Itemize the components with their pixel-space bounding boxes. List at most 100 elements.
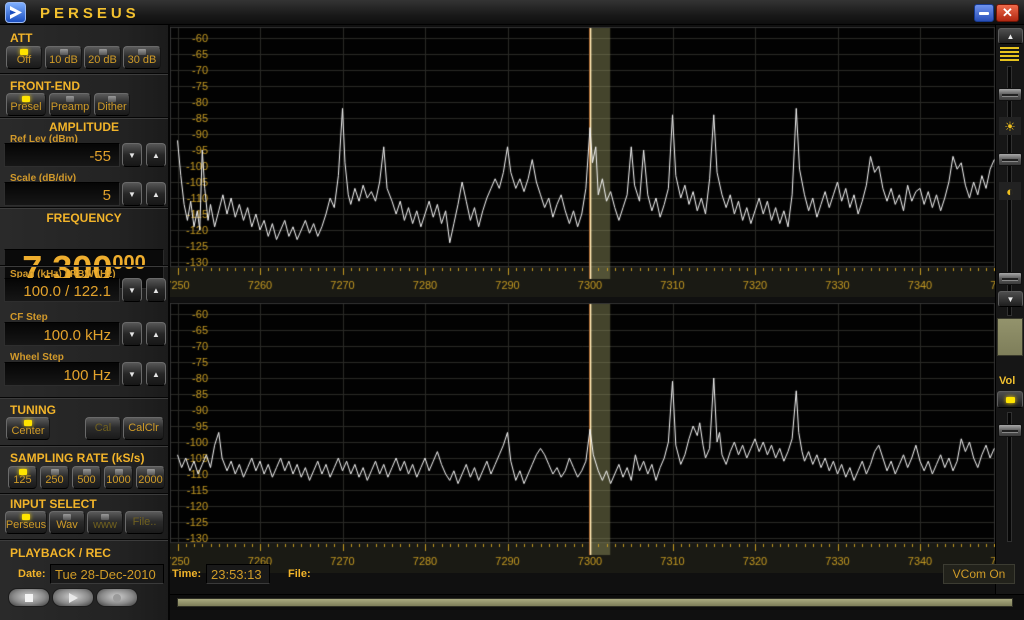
att-off-button[interactable]: Off [6,46,42,69]
button-label: 20 dB [88,55,117,66]
waterfall-palette-icon[interactable] [1000,47,1019,63]
arrow-up-icon: ▲ [1007,32,1015,41]
perseus-window: PERSEUS ✕ ATT Off 10 dB 20 dB 30 dB FRON… [0,0,1024,620]
app-icon[interactable] [5,2,26,23]
close-button[interactable]: ✕ [996,4,1019,22]
file-label: File: [288,568,311,580]
scale-up-button[interactable]: ▲ [146,182,166,206]
arrow-down-icon: ▼ [128,370,136,379]
button-label: Presel [10,102,41,113]
scale-down-button[interactable]: ▼ [122,182,142,206]
contrast-icon[interactable]: ◐ [999,182,1021,200]
separator [0,397,168,399]
button-label: 2000 [138,475,162,486]
button-label: Off [17,55,31,66]
waterfall-preview-swatch [997,318,1023,356]
span-down-button[interactable]: ▼ [122,278,142,302]
stop-icon [25,594,33,602]
rate-1000-button[interactable]: 1000 [104,466,133,489]
dither-button[interactable]: Dither [94,93,130,116]
arrow-down-icon: ▼ [128,330,136,339]
slider-thumb[interactable] [998,88,1022,101]
record-icon [113,594,121,602]
arrow-up-icon: ▲ [152,330,160,339]
presel-button[interactable]: Presel [6,93,46,116]
separator [0,493,168,495]
date-value: Tue 28-Dec-2010 [50,564,164,584]
button-label: 10 dB [49,55,78,66]
preamp-button[interactable]: Preamp [49,93,91,116]
separator [0,265,168,267]
cf-step-down-button[interactable]: ▼ [122,322,142,346]
lower-spectrum-display[interactable] [170,303,995,573]
arrow-up-icon: ▲ [152,286,160,295]
input-perseus-button[interactable]: Perseus [5,511,47,534]
perseus-logo-icon [6,3,25,22]
cal-button[interactable]: Cal [85,417,121,440]
spectrum-down-button[interactable]: ▼ [998,291,1023,307]
arrow-up-icon: ▲ [152,151,160,160]
arrow-down-icon: ▼ [128,286,136,295]
ref-lev-up-button[interactable]: ▲ [146,143,166,167]
att-30db-button[interactable]: 30 dB [123,46,161,69]
button-label: Perseus [6,520,46,531]
right-control-strip: ▲ ☀ ◐ ▼ Vol [995,25,1024,594]
slider-thumb[interactable] [998,272,1022,285]
calclr-button[interactable]: CalClr [123,417,164,440]
scrollbar-thumb[interactable] [177,598,1013,607]
input-file-button[interactable]: File.. [125,511,164,534]
button-label: 125 [13,475,31,486]
frequency-header: FREQUENCY [0,211,168,225]
playback-rec-header: PLAYBACK / REC [10,546,111,560]
att-10db-button[interactable]: 10 dB [45,46,82,69]
ref-lev-field[interactable]: -55 [4,143,120,167]
rate-250-button[interactable]: 250 [40,466,69,489]
wheel-step-down-button[interactable]: ▼ [122,362,142,386]
stop-button[interactable] [8,588,50,607]
record-button[interactable] [96,588,138,607]
tuning-center-button[interactable]: Center [6,417,50,440]
scale-field[interactable]: 5 [4,182,120,206]
arrow-down-icon: ▼ [128,190,136,199]
volume-slider-thumb[interactable] [998,424,1022,437]
wheel-step-field[interactable]: 100 Hz [4,362,120,386]
play-icon [69,593,78,603]
spectrum-up-button[interactable]: ▲ [998,28,1023,44]
span-field[interactable]: 100.0 / 122.1 [4,278,120,302]
amplitude-header: AMPLITUDE [0,120,168,134]
arrow-up-icon: ▲ [152,370,160,379]
wheel-step-up-button[interactable]: ▲ [146,362,166,386]
brightness-icon[interactable]: ☀ [999,117,1021,135]
rate-2000-button[interactable]: 2000 [136,466,165,489]
rate-500-button[interactable]: 500 [72,466,101,489]
upper-spectrum-display[interactable] [170,27,995,297]
vol-mute-button[interactable] [997,391,1023,408]
input-wav-button[interactable]: Wav [49,511,85,534]
button-label: CalClr [128,423,159,434]
att-20db-button[interactable]: 20 dB [84,46,121,69]
cf-step-field[interactable]: 100.0 kHz [4,322,120,346]
input-www-button[interactable]: www [87,511,123,534]
button-label: www [93,520,117,531]
button-label: Center [11,426,44,437]
minimize-icon [979,12,989,15]
horizontal-scrollbar[interactable] [170,594,1024,610]
att-header: ATT [10,31,32,45]
cf-step-up-button[interactable]: ▲ [146,322,166,346]
tuning-header: TUNING [10,403,56,417]
vcom-status[interactable]: VCom On [943,564,1015,584]
span-up-button[interactable]: ▲ [146,278,166,302]
button-label: Dither [97,102,126,113]
minimize-button[interactable] [974,4,994,22]
title-bar: PERSEUS ✕ [0,0,1024,25]
button-label: Cal [95,423,112,434]
play-button[interactable] [52,588,94,607]
rate-125-button[interactable]: 125 [8,466,37,489]
ref-lev-down-button[interactable]: ▼ [122,143,142,167]
button-label: 1000 [106,475,130,486]
separator [0,117,168,119]
slider-thumb[interactable] [998,153,1022,166]
sampling-rate-header: SAMPLING RATE (kS/s) [10,451,144,465]
separator [0,445,168,447]
button-label: File.. [133,517,157,528]
